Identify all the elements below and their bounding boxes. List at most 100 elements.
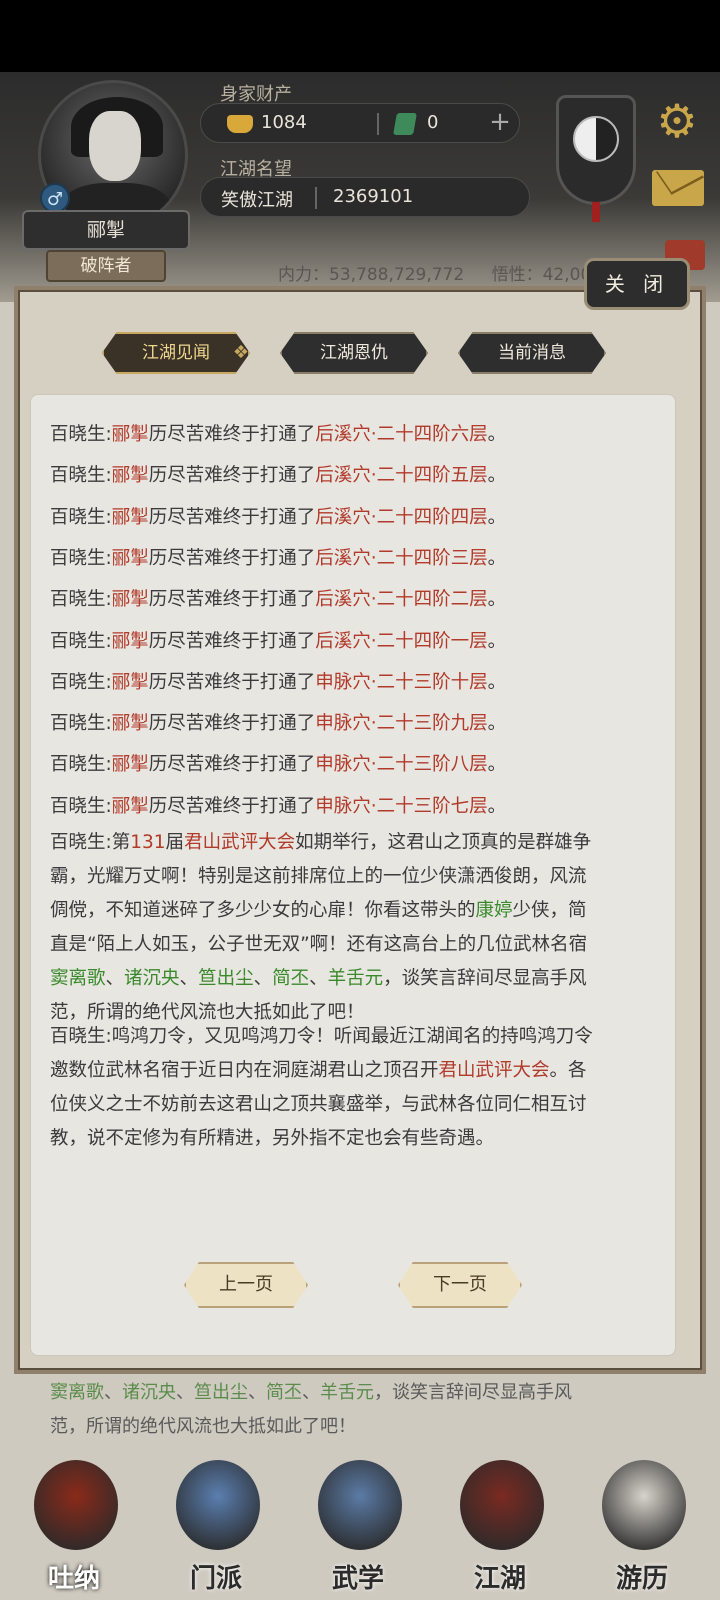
highlight-text: 诸沉央 bbox=[122, 1382, 176, 1403]
highlight-text: 窦离歌 bbox=[50, 968, 106, 989]
message-name: 郦掣 bbox=[111, 424, 149, 445]
message-prefix: 百晓生: bbox=[50, 630, 112, 652]
highlight-text: 笪出尘 bbox=[198, 968, 254, 989]
message-name: 郦掣 bbox=[111, 795, 149, 817]
message-place: 后溪穴·二十四阶三层 bbox=[315, 547, 488, 569]
message-paragraph: 百晓生:鸣鸿刀令，又见鸣鸿刀令！听闻最近江湖闻名的持鸣鸿刀令 邀数位武林名宿于近日… bbox=[50, 1020, 660, 1156]
message-end: 。 bbox=[487, 424, 507, 445]
message-mid: 历尽苦难终于打通了 bbox=[148, 795, 316, 817]
text-segment: 、 bbox=[302, 1382, 320, 1403]
highlight-text: 笪出尘 bbox=[194, 1382, 248, 1403]
message-row: 百晓生:郦掣历尽苦难终于打通了申脉穴·二十三阶七层。 bbox=[50, 790, 660, 824]
text-line: 直是“陌上人如玉，公子世无双”啊！还有这高台上的几位武林名宿 bbox=[50, 928, 660, 962]
message-end: 。 bbox=[487, 795, 507, 817]
text-segment: 、 bbox=[104, 1382, 122, 1403]
message-mid: 历尽苦难终于打通了 bbox=[148, 547, 316, 569]
message-place: 申脉穴·二十三阶七层 bbox=[315, 795, 488, 817]
message-name: 郦掣 bbox=[111, 630, 149, 652]
text-segment: 、 bbox=[253, 968, 273, 989]
add-currency-button[interactable]: + bbox=[485, 108, 515, 138]
message-name: 郦掣 bbox=[111, 713, 149, 735]
text-line: 倜傥，不知道迷碎了多少少女的心扉！你看这带头的康婷少侠，简 bbox=[50, 894, 660, 928]
flag-icon bbox=[176, 1460, 260, 1550]
message-row: 百晓生:郦掣历尽苦难终于打通了后溪穴·二十四阶一层。 bbox=[50, 625, 660, 659]
message-prefix: 百晓生: bbox=[50, 589, 112, 611]
nav-item-2[interactable]: 武学 bbox=[298, 1440, 418, 1600]
mail-icon[interactable] bbox=[652, 170, 704, 206]
text-line: 教，说不定修为有所精进，另外指不定也会有些奇遇。 bbox=[50, 1122, 660, 1156]
message-name: 郦掣 bbox=[111, 754, 149, 776]
message-end: 。 bbox=[487, 506, 507, 528]
stats-line: 内力：53,788,729,772 悟性：42,005 bbox=[278, 260, 624, 285]
message-name: 郦掣 bbox=[111, 506, 149, 528]
text-segment: 邀数位武林名宿于近日内在洞庭湖君山之顶召开 bbox=[50, 1060, 439, 1081]
text-line: 位侠义之士不妨前去这君山之顶共襄盛举，与武林各位同仁相互讨 bbox=[50, 1088, 660, 1122]
player-name: 郦掣 bbox=[22, 210, 190, 250]
player-title: 破阵者 bbox=[46, 250, 166, 282]
text-segment: 百晓生:第 bbox=[50, 832, 131, 853]
text-line: 范，所谓的绝代风流也大抵如此了吧！ bbox=[50, 1410, 690, 1444]
tab-jianghu-news[interactable]: 江湖见闻 bbox=[102, 332, 250, 374]
message-row: 百晓生:郦掣历尽苦难终于打通了申脉穴·二十三阶九层。 bbox=[50, 707, 660, 741]
message-place: 申脉穴·二十三阶九层 bbox=[315, 713, 488, 735]
text-line: 邀数位武林名宿于近日内在洞庭湖君山之顶召开君山武评大会。各 bbox=[50, 1054, 660, 1088]
text-segment: 位侠义之士不妨前去这君山之顶共襄盛举，与武林各位同仁相互讨 bbox=[50, 1094, 587, 1115]
gold-value: 1084 bbox=[261, 112, 307, 133]
prev-page-button[interactable]: 上一页 bbox=[184, 1262, 308, 1308]
nav-item-3[interactable]: 江湖 bbox=[440, 1440, 560, 1600]
text-line: 百晓生:鸣鸿刀令，又见鸣鸿刀令！听闻最近江湖闻名的持鸣鸿刀令 bbox=[50, 1020, 660, 1054]
message-row: 百晓生:郦掣历尽苦难终于打通了后溪穴·二十四阶三层。 bbox=[50, 542, 660, 576]
next-page-button[interactable]: 下一页 bbox=[398, 1262, 522, 1308]
taiji-button[interactable] bbox=[556, 95, 636, 222]
highlight-text: 羊舌元 bbox=[320, 1382, 374, 1403]
message-end: 。 bbox=[487, 630, 507, 652]
wealth-bar: 1084 0 + bbox=[200, 103, 520, 143]
highlight-text: 131 bbox=[130, 832, 166, 853]
tab-ornament-icon: ❖ bbox=[232, 342, 250, 363]
yin-yang-icon bbox=[573, 116, 619, 162]
tab-current-messages[interactable]: 当前消息 bbox=[458, 332, 606, 374]
nav-item-0[interactable]: 吐纳 bbox=[14, 1440, 134, 1600]
text-line: 百晓生:第131届君山武评大会如期举行，这君山之顶真的是群雄争 bbox=[50, 826, 660, 860]
message-row: 百晓生:郦掣历尽苦难终于打通了后溪穴·二十四阶四层。 bbox=[50, 501, 660, 535]
message-mid: 历尽苦难终于打通了 bbox=[148, 671, 316, 693]
gear-icon[interactable]: ⚙ bbox=[652, 96, 702, 146]
message-place: 后溪穴·二十四阶五层 bbox=[315, 465, 488, 487]
message-mid: 历尽苦难终于打通了 bbox=[148, 713, 316, 735]
nav-item-1[interactable]: 门派 bbox=[156, 1440, 276, 1600]
text-segment: 霸，光耀万丈啊！特别是这前排席位上的一位少侠潇洒俊朗，风流 bbox=[50, 866, 587, 887]
text-segment: 直是“陌上人如玉，公子世无双”啊！还有这高台上的几位武林名宿 bbox=[50, 934, 588, 955]
message-prefix: 百晓生: bbox=[50, 671, 112, 693]
message-mid: 历尽苦难终于打通了 bbox=[148, 424, 316, 445]
gourd-icon bbox=[34, 1460, 118, 1550]
message-row: 百晓生:郦掣历尽苦难终于打通了申脉穴·二十三阶八层。 bbox=[50, 748, 660, 782]
message-end: 。 bbox=[487, 671, 507, 693]
message-end: 。 bbox=[487, 589, 507, 611]
tassel-icon bbox=[592, 202, 600, 222]
highlight-text: 羊舌元 bbox=[327, 968, 384, 989]
message-name: 郦掣 bbox=[111, 671, 149, 693]
highlight-text: 康婷 bbox=[475, 900, 513, 921]
jade-value: 0 bbox=[427, 112, 439, 133]
hat-icon bbox=[460, 1460, 544, 1550]
message-prefix: 百晓生: bbox=[50, 713, 112, 735]
fame-title: 笑傲江湖 bbox=[221, 190, 293, 211]
message-place: 后溪穴·二十四阶六层 bbox=[315, 424, 488, 445]
highlight-text: 简丕 bbox=[272, 968, 310, 989]
book-icon bbox=[318, 1460, 402, 1550]
message-mid: 历尽苦难终于打通了 bbox=[148, 754, 316, 776]
status-bar bbox=[0, 0, 720, 72]
text-segment: 教，说不定修为有所精进，另外指不定也会有些奇遇。 bbox=[50, 1128, 495, 1149]
message-end: 。 bbox=[487, 465, 507, 487]
avatar-mask bbox=[89, 111, 141, 181]
close-button[interactable]: 关 闭 bbox=[584, 258, 690, 310]
message-mid: 历尽苦难终于打通了 bbox=[148, 506, 316, 528]
text-segment: 届 bbox=[165, 832, 185, 853]
nav-item-4[interactable]: 游历 bbox=[582, 1440, 702, 1600]
message-end: 。 bbox=[487, 547, 507, 569]
message-row: 百晓生:郦掣历尽苦难终于打通了申脉穴·二十三阶十层。 bbox=[50, 666, 660, 700]
neili-stat: 内力：53,788,729,772 bbox=[278, 265, 465, 285]
tab-jianghu-feud[interactable]: 江湖恩仇 bbox=[280, 332, 428, 374]
gold-ingot-icon bbox=[227, 115, 253, 133]
text-segment: 百晓生:鸣鸿刀令，又见鸣鸿刀令！听闻最近江湖闻名的持鸣鸿刀令 bbox=[50, 1026, 593, 1047]
